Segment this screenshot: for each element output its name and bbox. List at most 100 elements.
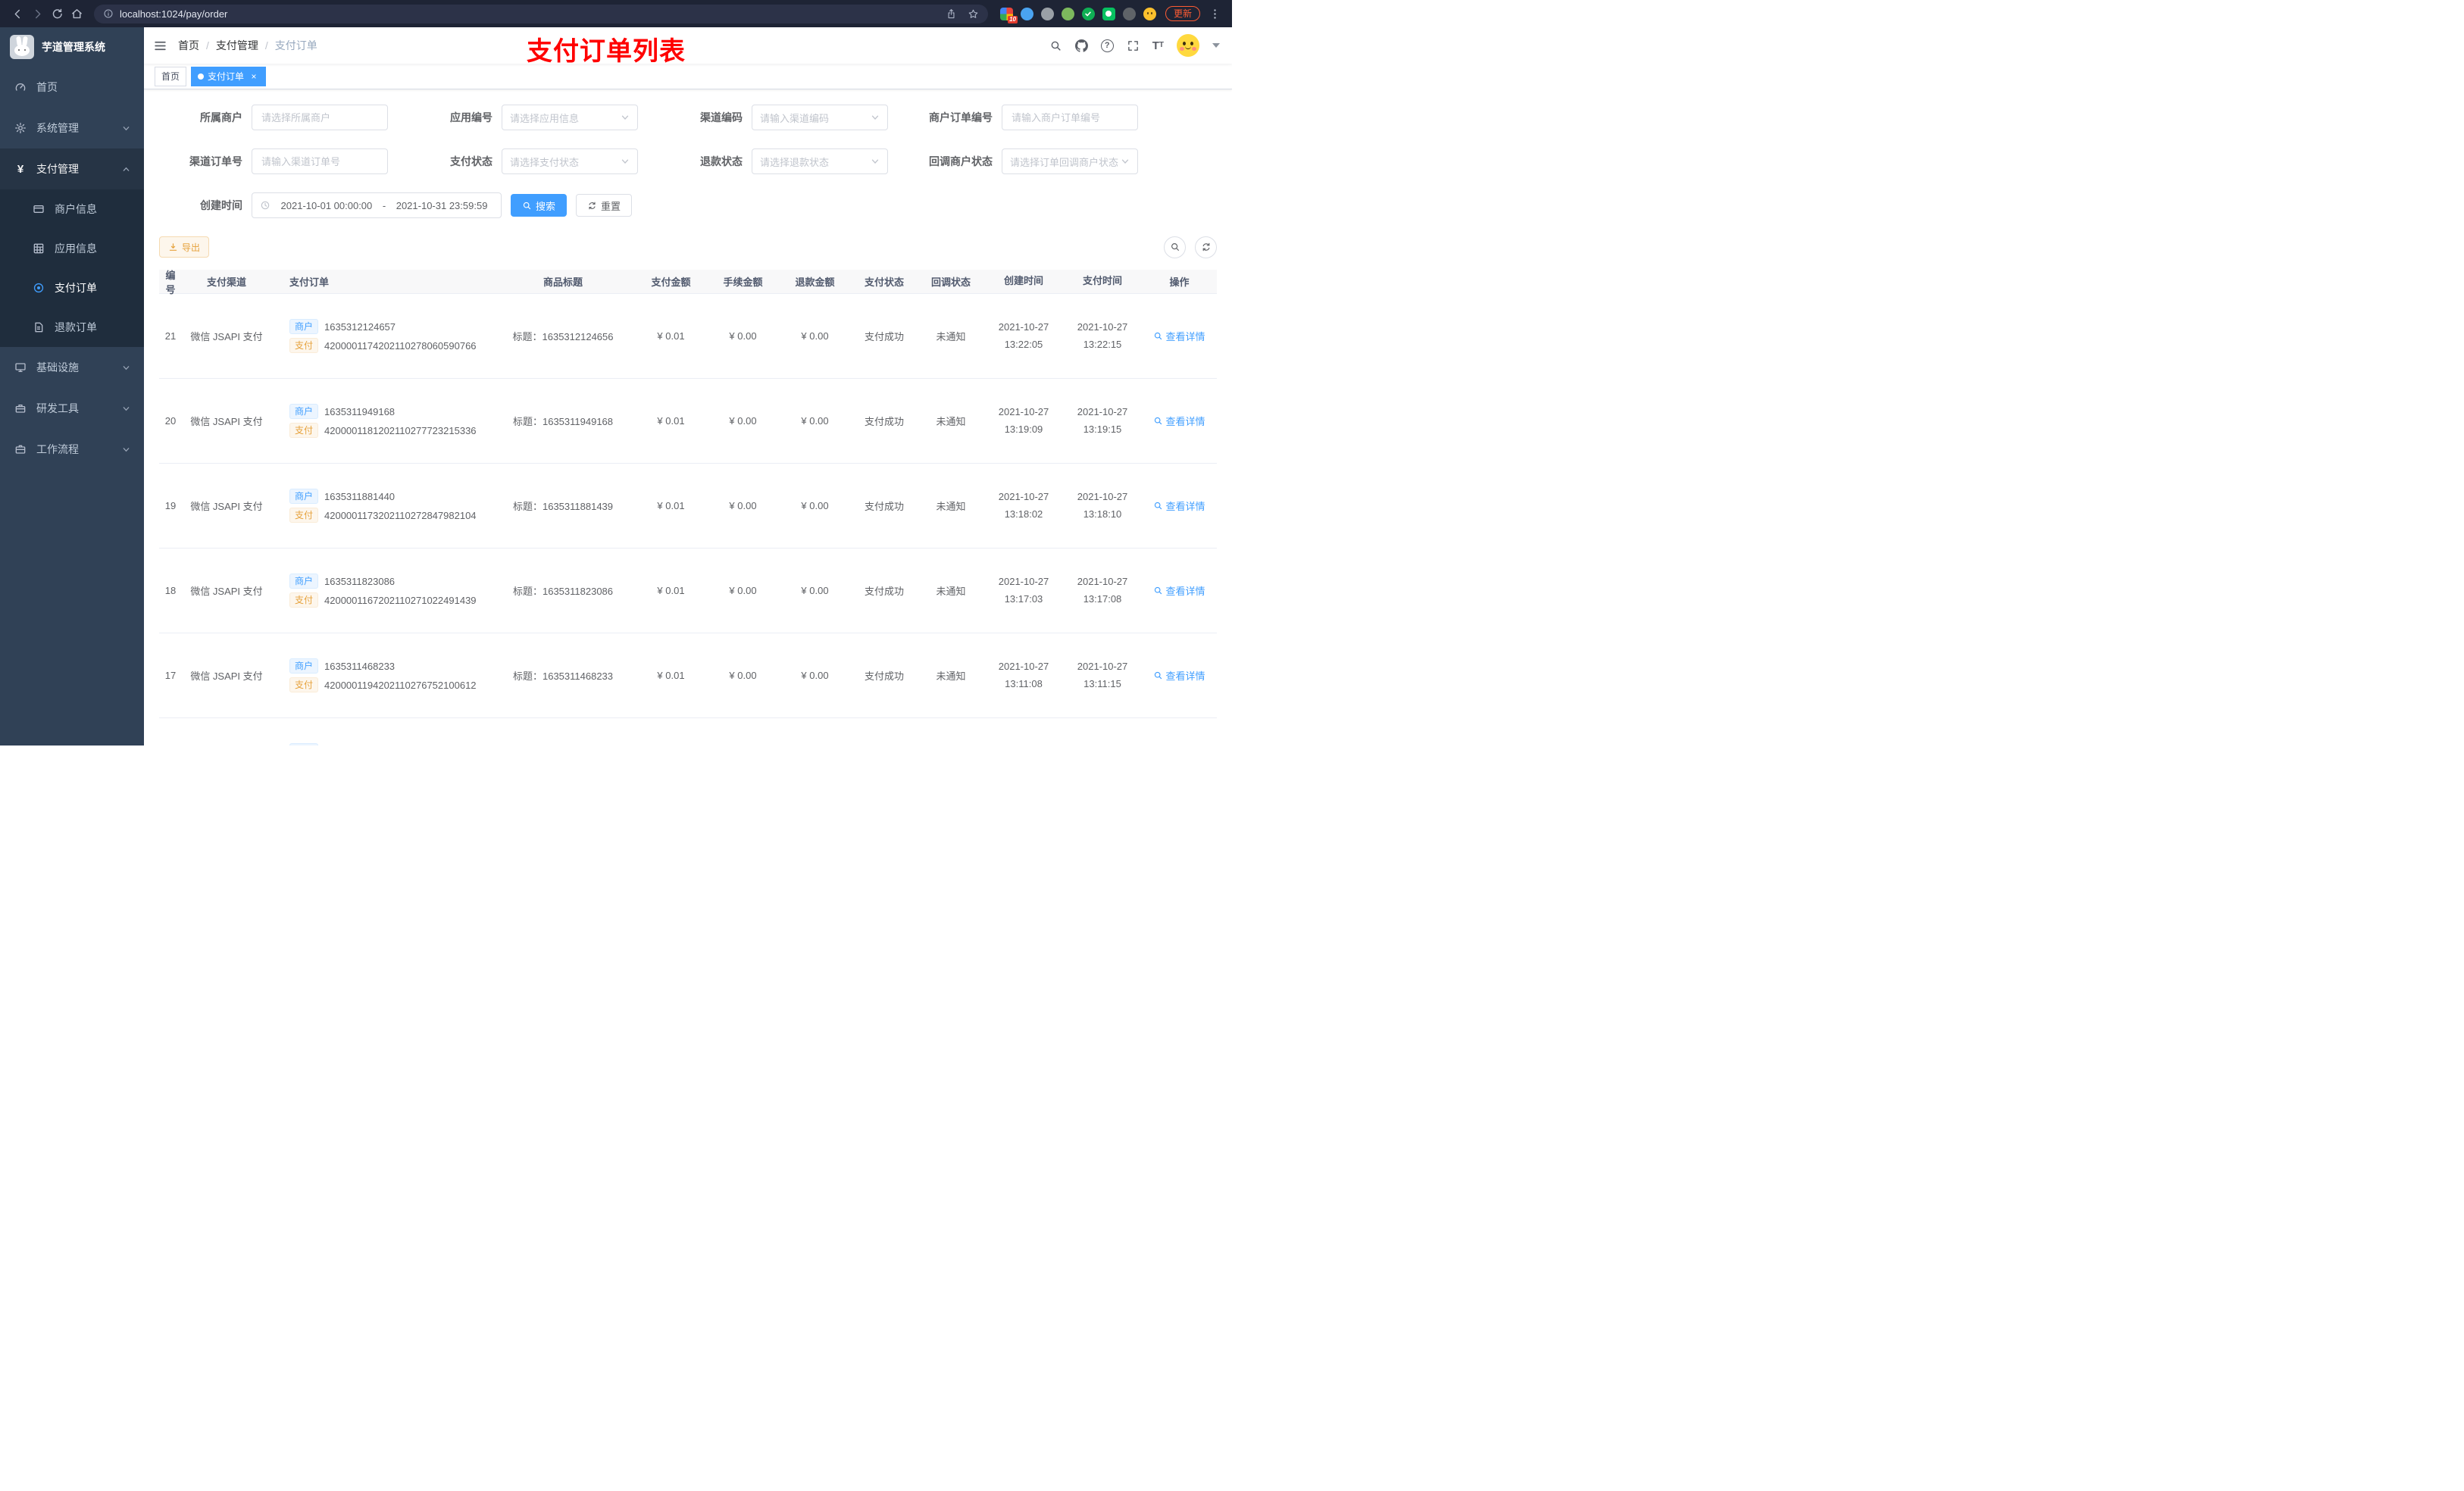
browser-home-icon[interactable] bbox=[67, 4, 86, 23]
browser-menu-icon[interactable] bbox=[1205, 4, 1224, 23]
browser-reload-icon[interactable] bbox=[47, 4, 67, 23]
hamburger-icon[interactable] bbox=[153, 39, 167, 53]
cell-fee: ¥ 0.00 bbox=[729, 415, 757, 427]
breadcrumb-home[interactable]: 首页 bbox=[178, 38, 199, 53]
user-avatar[interactable] bbox=[1177, 34, 1199, 57]
sidebar-item-app-info[interactable]: 应用信息 bbox=[0, 229, 144, 268]
view-detail-link[interactable]: 查看详情 bbox=[1153, 499, 1205, 513]
pay-status-select[interactable]: 请选择支付状态 bbox=[502, 148, 638, 174]
refund-status-select[interactable]: 请选择退款状态 bbox=[752, 148, 888, 174]
search-button[interactable]: 搜索 bbox=[511, 194, 568, 217]
cell-status: 支付成功 bbox=[864, 331, 904, 342]
font-size-icon[interactable]: TT bbox=[1152, 40, 1164, 52]
pay-order-table: 编号 支付渠道 支付订单 商品标题 支付金额 手续金额 退款金额 支付状态 回调… bbox=[159, 270, 1217, 746]
reset-button[interactable]: 重置 bbox=[576, 194, 633, 217]
extension-face-icon[interactable] bbox=[1143, 7, 1156, 20]
merchant-order-line: 商户 1635311823086 bbox=[289, 574, 488, 589]
browser-forward-icon[interactable] bbox=[27, 4, 47, 23]
extension-chat-icon[interactable] bbox=[1102, 7, 1115, 20]
search-icon[interactable] bbox=[1049, 39, 1062, 52]
sidebar-item-home[interactable]: 首页 bbox=[0, 67, 144, 108]
merchant-tag: 商户 bbox=[289, 404, 319, 419]
breadcrumb-pay-management[interactable]: 支付管理 bbox=[216, 38, 258, 53]
tab-pay-order[interactable]: 支付订单 × bbox=[191, 66, 267, 86]
cell-title: 标题：1635311949168 bbox=[512, 416, 614, 427]
view-detail-label: 查看详情 bbox=[1165, 501, 1205, 512]
cell-refund: ¥ 0.00 bbox=[801, 330, 829, 342]
bookmark-star-icon[interactable] bbox=[968, 8, 979, 20]
field-label: 退款状态 bbox=[700, 155, 743, 167]
extension-green-icon[interactable] bbox=[1061, 7, 1074, 20]
field-notify-status: 回调商户状态 请选择订单回调商户状态 bbox=[909, 148, 1138, 174]
sidebar-item-payment[interactable]: ¥ 支付管理 bbox=[0, 148, 144, 189]
merchant-order-no-input[interactable] bbox=[1002, 105, 1138, 130]
channel-order-no-input[interactable] bbox=[252, 148, 388, 174]
extension-pin-icon[interactable] bbox=[1122, 7, 1136, 20]
sidebar-item-workflow[interactable]: 工作流程 bbox=[0, 429, 144, 470]
channel-code-select[interactable]: 请输入渠道编码 bbox=[752, 105, 888, 130]
cell-order: 商户 1635311823086 支付 42000011672021102710… bbox=[271, 570, 491, 611]
table-row: 20 微信 JSAPI 支付 商户 1635311949168 支付 42000… bbox=[159, 379, 1217, 464]
fullscreen-icon[interactable] bbox=[1127, 39, 1140, 52]
sidebar-item-dev-tools[interactable]: 研发工具 bbox=[0, 388, 144, 429]
refresh-button[interactable] bbox=[1195, 236, 1217, 258]
app-window: localhost:1024/pay/order 10 更新 芋道管理系统 首页… bbox=[0, 0, 1232, 746]
merchant-input[interactable] bbox=[252, 105, 388, 130]
view-detail-label: 查看详情 bbox=[1165, 586, 1205, 597]
sidebar-item-pay-order[interactable]: 支付订单 bbox=[0, 268, 144, 308]
field-label: 渠道编码 bbox=[700, 111, 743, 123]
view-detail-link[interactable]: 查看详情 bbox=[1153, 583, 1205, 598]
pay-order-line: 支付 4200001173202110272847982104 bbox=[289, 508, 488, 523]
sidebar-item-system[interactable]: 系统管理 bbox=[0, 108, 144, 148]
share-icon[interactable] bbox=[946, 8, 957, 20]
extension-colorful-icon[interactable]: 10 bbox=[999, 7, 1018, 23]
table-row: 21 微信 JSAPI 支付 商户 1635312124657 支付 42000… bbox=[159, 294, 1217, 379]
tab-label: 支付订单 bbox=[208, 71, 245, 82]
github-icon[interactable] bbox=[1074, 39, 1088, 52]
sidebar-menu: 首页 系统管理 ¥ 支付管理 商户信息 应用信息 支付订单 退款订单 基础设施 … bbox=[0, 67, 144, 746]
browser-address-bar[interactable]: localhost:1024/pay/order bbox=[94, 4, 988, 23]
toggle-search-button[interactable] bbox=[1164, 236, 1186, 258]
table-header: 编号 支付渠道 支付订单 商品标题 支付金额 手续金额 退款金额 支付状态 回调… bbox=[159, 270, 1217, 295]
col-amount: 支付金额 bbox=[651, 277, 691, 288]
chevron-down-icon bbox=[1121, 157, 1130, 166]
cell-status: 支付成功 bbox=[864, 670, 904, 682]
view-detail-link[interactable]: 查看详情 bbox=[1153, 414, 1205, 428]
avatar-caret-icon[interactable] bbox=[1212, 43, 1220, 48]
close-tab-icon[interactable]: × bbox=[249, 71, 259, 82]
view-detail-link[interactable]: 查看详情 bbox=[1153, 329, 1205, 343]
clock-icon bbox=[260, 200, 270, 211]
sidebar-item-label: 研发工具 bbox=[36, 402, 79, 414]
field-label: 应用编号 bbox=[450, 111, 492, 123]
cell-amount: ¥ 0.01 bbox=[657, 415, 685, 427]
cell-paid: 2021-10-27 13:11:15 bbox=[1077, 661, 1128, 689]
tab-home[interactable]: 首页 bbox=[155, 66, 187, 86]
sidebar-item-label: 退款订单 bbox=[55, 321, 97, 333]
navbar-actions: ? TT bbox=[1049, 34, 1220, 57]
field-create-time: 创建时间 2021-10-01 00:00:00 - 2021-10-31 23… bbox=[159, 192, 502, 218]
browser-back-icon[interactable] bbox=[8, 4, 27, 23]
page-annotation: 支付订单列表 bbox=[527, 37, 686, 66]
help-icon[interactable]: ? bbox=[1100, 39, 1114, 52]
cell-paid: 2021-10-27 13:19:15 bbox=[1077, 406, 1128, 435]
pay-order-no: 4200001167202110271022491439 bbox=[324, 594, 477, 606]
gear-icon bbox=[14, 122, 27, 134]
sidebar-item-merchant-info[interactable]: 商户信息 bbox=[0, 189, 144, 229]
site-info-icon[interactable] bbox=[103, 8, 114, 19]
filter-row-1: 所属商户 应用编号 请选择应用信息 渠道编码 请输入渠道编码 bbox=[159, 105, 1217, 130]
extension-check-icon[interactable] bbox=[1081, 7, 1095, 20]
cell-created: 2021-10-27 13:17:03 bbox=[998, 576, 1049, 605]
pay-order-line: 支付 4200001194202110276752100612 bbox=[289, 677, 488, 692]
extension-drop-icon[interactable] bbox=[1020, 7, 1033, 20]
export-button[interactable]: 导出 bbox=[159, 236, 210, 258]
cell-title: 标题：1635311823086 bbox=[512, 586, 614, 597]
create-time-range-picker[interactable]: 2021-10-01 00:00:00 - 2021-10-31 23:59:5… bbox=[252, 192, 502, 218]
extension-gray-icon[interactable] bbox=[1040, 7, 1054, 20]
view-detail-link[interactable]: 查看详情 bbox=[1153, 668, 1205, 683]
notify-status-select[interactable]: 请选择订单回调商户状态 bbox=[1002, 148, 1138, 174]
sidebar-item-infra[interactable]: 基础设施 bbox=[0, 347, 144, 388]
sidebar-item-refund-order[interactable]: 退款订单 bbox=[0, 308, 144, 347]
app-id-select[interactable]: 请选择应用信息 bbox=[502, 105, 638, 130]
browser-update-button[interactable]: 更新 bbox=[1165, 6, 1200, 21]
pay-tag: 支付 bbox=[289, 508, 319, 523]
